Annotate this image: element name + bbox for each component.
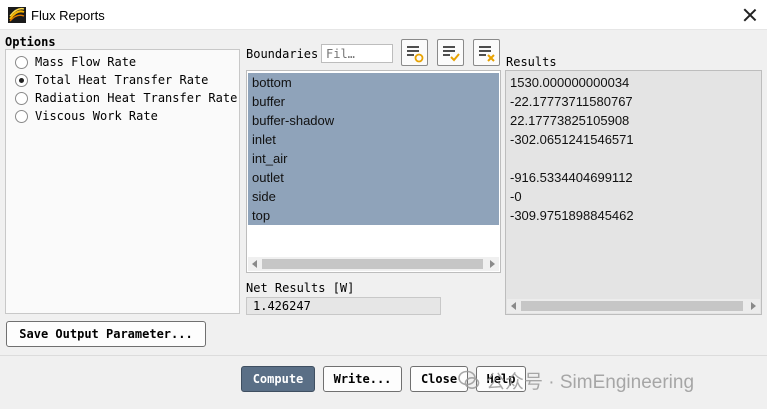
option-mass-flow-rate[interactable]: Mass Flow Rate — [15, 53, 136, 71]
scroll-right-icon[interactable] — [751, 302, 756, 310]
list-item[interactable]: buffer-shadow — [248, 111, 499, 130]
list-item[interactable]: top — [248, 206, 499, 225]
save-output-parameter-button[interactable]: Save Output Parameter... — [6, 321, 206, 347]
radio-button[interactable] — [15, 91, 28, 105]
boundaries-filter-input[interactable] — [321, 44, 393, 63]
result-value: -302.0651241546571 — [510, 132, 634, 147]
list-clear-icon — [479, 46, 495, 62]
divider — [0, 355, 767, 356]
list-item[interactable]: side — [248, 187, 499, 206]
list-item[interactable]: buffer — [248, 92, 499, 111]
option-label: Radiation Heat Transfer Rate — [35, 91, 238, 105]
select-all-button[interactable] — [401, 39, 428, 66]
scroll-thumb[interactable] — [521, 301, 743, 311]
window-title: Flux Reports — [31, 8, 105, 23]
boundaries-horizontal-scrollbar[interactable] — [248, 257, 499, 271]
scroll-right-icon[interactable] — [490, 260, 495, 268]
option-radiation-heat-transfer-rate[interactable]: Radiation Heat Transfer Rate — [15, 89, 237, 107]
options-group: Mass Flow Rate Total Heat Transfer Rate … — [5, 49, 240, 314]
result-value: 22.17773825105908 — [510, 113, 630, 128]
result-value: 1530.000000000034 — [510, 75, 630, 90]
list-item[interactable]: int_air — [248, 149, 499, 168]
list-item[interactable]: inlet — [248, 130, 499, 149]
results-text-area[interactable]: 1530.000000000034 -22.17773711580767 22.… — [505, 70, 762, 315]
fluent-app-icon — [8, 7, 26, 23]
option-total-heat-transfer-rate[interactable]: Total Heat Transfer Rate — [15, 71, 208, 89]
close-window-icon[interactable] — [739, 4, 761, 26]
scroll-thumb[interactable] — [262, 259, 483, 269]
result-value: -0 — [510, 189, 522, 204]
scroll-left-icon[interactable] — [252, 260, 257, 268]
list-check-icon — [443, 46, 460, 62]
result-value: -916.5334404699112 — [510, 170, 633, 185]
option-label: Viscous Work Rate — [35, 109, 158, 123]
options-heading: Options — [5, 35, 56, 49]
title-bar: Flux Reports — [0, 0, 767, 30]
results-heading: Results — [506, 55, 557, 69]
deselect-all-button[interactable] — [473, 39, 500, 66]
radio-button-selected[interactable] — [15, 73, 28, 87]
list-item[interactable]: outlet — [248, 168, 499, 187]
result-value: -309.9751898845462 — [510, 208, 634, 223]
option-label: Mass Flow Rate — [35, 55, 137, 69]
radio-button[interactable] — [15, 109, 28, 123]
boundaries-heading: Boundaries — [246, 47, 319, 61]
list-item[interactable]: bottom — [248, 73, 499, 92]
option-label: Total Heat Transfer Rate — [35, 73, 209, 87]
close-button[interactable]: Close — [410, 366, 468, 392]
compute-button[interactable]: Compute — [241, 366, 315, 392]
boundaries-list[interactable]: bottom buffer buffer-shadow inlet int_ai… — [246, 70, 501, 273]
net-results-value: 1.426247 — [246, 297, 441, 315]
write-button[interactable]: Write... — [323, 366, 402, 392]
radio-button[interactable] — [15, 55, 28, 69]
list-select-icon — [407, 46, 424, 63]
net-results-label: Net Results [W] — [246, 281, 355, 295]
result-value: -22.17773711580767 — [510, 94, 633, 109]
option-viscous-work-rate[interactable]: Viscous Work Rate — [15, 107, 158, 125]
results-horizontal-scrollbar[interactable] — [507, 299, 760, 313]
help-button[interactable]: Help — [476, 366, 526, 392]
select-all-check-button[interactable] — [437, 39, 464, 66]
scroll-left-icon[interactable] — [511, 302, 516, 310]
